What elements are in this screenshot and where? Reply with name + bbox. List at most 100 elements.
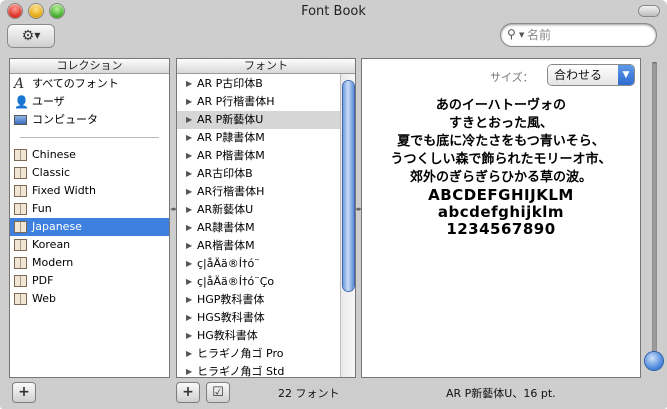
add-collection-button[interactable]: + (13, 383, 35, 402)
preview-size-slider-knob[interactable] (645, 352, 663, 370)
size-label: サイズ： (490, 71, 534, 84)
disclosure-triangle-icon[interactable]: ▶ (186, 327, 192, 345)
font-list: ▶ AR P古印体B ▶ AR P行楷書体H ▶ AR P新藝体U ▶ AR P隷書体M ▶ AR… (177, 74, 340, 377)
disclosure-triangle-icon[interactable]: ▶ (186, 165, 192, 183)
disclosure-triangle-icon[interactable]: ▶ (186, 147, 192, 165)
collection-item-label: Fun (32, 202, 52, 215)
library-item-user[interactable]: 👤 ユーザ (10, 93, 169, 111)
user-icon: 👤 (14, 95, 29, 109)
font-list-item[interactable]: ▶ AR P行楷書体H (177, 93, 340, 111)
preview-pane: サイズ： 合わせる ▼ あのイーハトーヴォの すきとおった風、 夏でも底に冷たさ… (362, 59, 640, 377)
enable-font-button[interactable]: ☑ (207, 383, 229, 402)
disclosure-triangle-icon[interactable]: ▶ (186, 129, 192, 147)
font-list-item[interactable]: ▶ HGP教科書体 (177, 291, 340, 309)
collections-header[interactable]: コレクション (10, 59, 169, 74)
scrollbar-thumb[interactable] (343, 81, 354, 291)
preview-size-slider-track[interactable] (652, 62, 657, 362)
search-icon: ⚲ (507, 27, 516, 41)
library-item-label: ユーザ (32, 95, 65, 108)
disclosure-triangle-icon[interactable]: ▶ (186, 201, 192, 219)
preview-line: あのイーハトーヴォの (435, 98, 567, 113)
window-title: Font Book (301, 4, 366, 19)
font-list-item[interactable]: ▶ AR P新藝体U (177, 111, 340, 129)
collection-item[interactable]: Modern (10, 254, 169, 272)
action-menu-button[interactable]: ⚙▼ (8, 25, 54, 47)
title-bar: Font Book (0, 0, 667, 24)
font-list-item[interactable]: ▶ AR隷書体M (177, 219, 340, 237)
font-list-item[interactable]: ▶ HGS教科書体 (177, 309, 340, 327)
disclosure-triangle-icon[interactable]: ▶ (186, 111, 192, 129)
fonts-pane: フォント ▶ AR P古印体B ▶ AR P行楷書体H ▶ AR P新藝体U ▶ AR P隷書… (177, 59, 355, 377)
font-list-item[interactable]: ▶ AR P隷書体M (177, 129, 340, 147)
collection-item[interactable]: Korean (10, 236, 169, 254)
font-list-item[interactable]: ▶ AR P楷書体M (177, 147, 340, 165)
book-icon (14, 167, 27, 179)
search-field[interactable]: ⚲ ▼ (501, 24, 656, 46)
font-list-item[interactable]: ▶ ç|åÄä®Í†ó¨Ço (177, 273, 340, 291)
book-icon (14, 185, 27, 197)
font-item-label: HGP教科書体 (197, 293, 265, 306)
library-item-all-fonts[interactable]: A すべてのフォント (10, 75, 169, 93)
book-icon (14, 221, 27, 233)
splitter-handle[interactable]: ◂▸ (355, 205, 362, 213)
collection-item[interactable]: Classic (10, 164, 169, 182)
preview-line: 郊外のぎらぎらひかる草の波。 (409, 170, 592, 185)
collection-item[interactable]: Web (10, 290, 169, 308)
splitter-handle[interactable]: ◂▸ (170, 205, 177, 213)
disclosure-triangle-icon[interactable]: ▶ (186, 183, 192, 201)
font-item-label: AR P楷書体M (197, 149, 265, 162)
collection-item-label: Classic (32, 166, 71, 179)
chevron-down-icon: ▼ (34, 31, 41, 40)
font-list-item[interactable]: ▶ ヒラギノ角ゴ Std (177, 363, 340, 377)
computer-icon (14, 115, 27, 125)
add-font-button[interactable]: + (177, 383, 199, 402)
collection-item[interactable]: Chinese (10, 146, 169, 164)
divider (20, 137, 159, 138)
disclosure-triangle-icon[interactable]: ▶ (186, 363, 192, 377)
preview-line: abcdefghijklm (437, 203, 565, 221)
font-list-item[interactable]: ▶ AR P古印体B (177, 75, 340, 93)
disclosure-triangle-icon[interactable]: ▶ (186, 291, 192, 309)
font-list-item[interactable]: ▶ ç|åÄä®Í†ó¨ (177, 255, 340, 273)
preview-line: ABCDEFGHIJKLM (428, 186, 574, 204)
disclosure-triangle-icon[interactable]: ▶ (186, 75, 192, 93)
disclosure-triangle-icon[interactable]: ▶ (186, 93, 192, 111)
font-list-scrollbar[interactable] (340, 74, 355, 377)
toolbar-toggle-button[interactable] (639, 6, 659, 16)
library-item-computer[interactable]: コンピュータ (10, 111, 169, 129)
font-item-label: AR新藝体U (197, 203, 254, 216)
book-icon (14, 275, 27, 287)
font-list-item[interactable]: ▶ HG教科書体 (177, 327, 340, 345)
disclosure-triangle-icon[interactable]: ▶ (186, 273, 192, 291)
font-list-item[interactable]: ▶ AR楷書体M (177, 237, 340, 255)
disclosure-triangle-icon[interactable]: ▶ (186, 309, 192, 327)
chevron-down-icon: ▼ (618, 65, 634, 85)
disclosure-triangle-icon[interactable]: ▶ (186, 345, 192, 363)
collection-item[interactable]: PDF (10, 272, 169, 290)
font-list-item[interactable]: ▶ AR古印体B (177, 165, 340, 183)
collection-item[interactable]: Japanese (10, 218, 169, 236)
font-item-label: ç|åÄä®Í†ó¨Ço (197, 275, 275, 288)
font-item-label: AR楷書体M (197, 239, 255, 252)
collections-pane: コレクション A すべてのフォント 👤 ユーザ コンピュータ Chinese Cl… (10, 59, 169, 377)
preview-sample-text: あのイーハトーヴォの すきとおった風、 夏でも底に冷たさをもつ青いそら、 うつく… (362, 97, 640, 238)
preview-line: うつくしい森で飾られたモリーオ市、 (390, 152, 612, 167)
font-item-label: AR P行楷書体H (197, 95, 275, 108)
collection-item[interactable]: Fun (10, 200, 169, 218)
font-list-item[interactable]: ▶ AR新藝体U (177, 201, 340, 219)
size-select[interactable]: 合わせる ▼ (548, 65, 634, 85)
search-input[interactable] (527, 26, 649, 44)
disclosure-triangle-icon[interactable]: ▶ (186, 255, 192, 273)
disclosure-triangle-icon[interactable]: ▶ (186, 237, 192, 255)
collection-item[interactable]: Fixed Width (10, 182, 169, 200)
preview-line: 1234567890 (446, 220, 556, 238)
book-icon (14, 293, 27, 305)
font-item-label: AR隷書体M (197, 221, 255, 234)
font-list-item[interactable]: ▶ AR行楷書体H (177, 183, 340, 201)
size-value: 合わせる (554, 68, 603, 82)
fonts-header[interactable]: フォント (177, 59, 355, 74)
collection-item-label: Korean (32, 238, 71, 251)
font-list-item[interactable]: ▶ ヒラギノ角ゴ Pro (177, 345, 340, 363)
disclosure-triangle-icon[interactable]: ▶ (186, 219, 192, 237)
font-item-label: ヒラギノ角ゴ Pro (197, 347, 284, 360)
